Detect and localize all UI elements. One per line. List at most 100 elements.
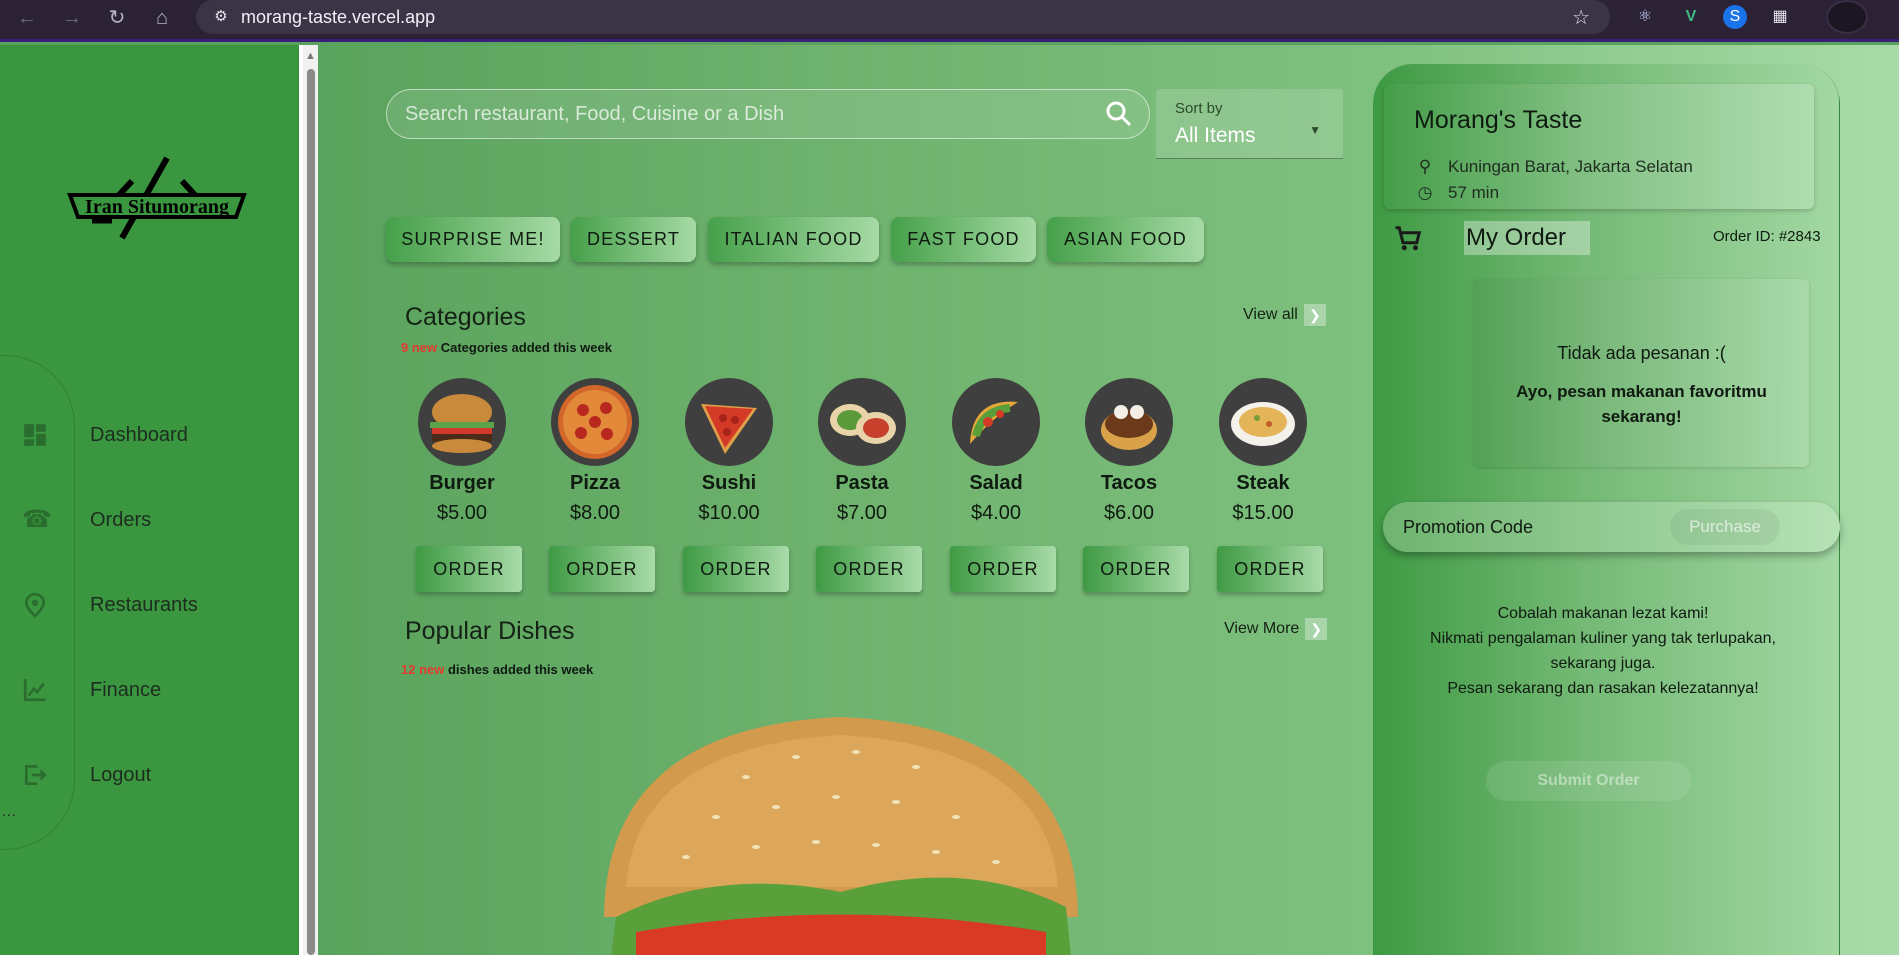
react-devtools-icon[interactable]: ⚛ xyxy=(1633,5,1657,29)
order-button[interactable]: ORDER xyxy=(1217,546,1323,592)
logo: Iran Situmorang xyxy=(67,156,247,240)
location-pin-icon: ⚲ xyxy=(1418,157,1432,176)
vue-devtools-icon[interactable]: V xyxy=(1679,5,1703,29)
logo-text: Iran Situmorang xyxy=(85,196,229,218)
sidebar-item-finance[interactable]: Finance xyxy=(0,665,299,715)
order-button[interactable]: ORDER xyxy=(683,546,789,592)
location-pin-icon xyxy=(24,592,46,618)
steak-image xyxy=(1219,378,1307,466)
category-name: Pasta xyxy=(835,472,889,494)
view-all-link[interactable]: View all ❯ xyxy=(1243,304,1326,326)
overflow-dots: ... xyxy=(2,803,17,819)
category-price: $6.00 xyxy=(1103,502,1155,524)
popular-new-count: 12 new xyxy=(401,662,445,677)
categories-subtitle-text: Categories added this week xyxy=(437,340,612,355)
order-button[interactable]: ORDER xyxy=(1083,546,1189,592)
category-name: Sushi xyxy=(701,472,757,494)
categories-title: Categories xyxy=(405,303,526,331)
chevron-right-icon: ❯ xyxy=(1305,618,1328,640)
sidebar-item-dashboard[interactable]: Dashboard xyxy=(0,410,299,460)
promo-code-field[interactable]: Promotion Code Purchase xyxy=(1383,502,1840,552)
promo-line: Cobalah makanan lezat kami! xyxy=(1497,605,1709,622)
chip-dessert[interactable]: DESSERT xyxy=(571,217,696,262)
chip-italian-food[interactable]: ITALIAN FOOD xyxy=(708,217,879,262)
sort-label: Sort by xyxy=(1175,100,1223,117)
chip-surprise-me[interactable]: SURPRISE ME! xyxy=(386,217,560,262)
sidebar-item-orders[interactable]: ☎ Orders xyxy=(0,495,299,545)
empty-order-title: Tidak ada pesanan :( xyxy=(1557,343,1726,363)
order-button[interactable]: ORDER xyxy=(950,546,1056,592)
home-icon[interactable]: ⌂ xyxy=(147,3,177,33)
categories-subtitle: 9 new Categories added this week xyxy=(401,340,612,355)
promo-message: Cobalah makanan lezat kami! Nikmati peng… xyxy=(1413,601,1793,701)
pasta-image xyxy=(818,378,906,466)
order-panel: Morang's Taste ⚲ Kuningan Barat, Jakarta… xyxy=(1373,64,1840,955)
category-price: $15.00 xyxy=(1232,502,1294,524)
search-placeholder: Search restaurant, Food, Cuisine or a Di… xyxy=(405,103,785,125)
category-price: $10.00 xyxy=(698,502,760,524)
promo-line: Pesan sekarang dan rasakan kelezatannya! xyxy=(1447,680,1759,697)
main-content: Search restaurant, Food, Cuisine or a Di… xyxy=(318,45,1373,955)
chart-icon xyxy=(23,679,46,702)
my-order-title: My Order xyxy=(1464,221,1590,255)
dashboard-icon xyxy=(24,424,46,446)
chip-asian-food[interactable]: ASIAN FOOD xyxy=(1047,217,1204,262)
sort-value: All Items xyxy=(1175,124,1256,147)
sidebar-item-logout[interactable]: Logout xyxy=(0,750,299,800)
sort-select[interactable]: Sort by All Items ▼ xyxy=(1156,89,1343,159)
category-name: Burger xyxy=(429,472,495,494)
location-text: Kuningan Barat, Jakarta Selatan xyxy=(1448,157,1693,176)
pizza-image xyxy=(551,378,639,466)
forward-icon[interactable]: → xyxy=(57,3,87,33)
shazam-icon[interactable]: S xyxy=(1723,5,1747,29)
restaurant-card: Morang's Taste ⚲ Kuningan Barat, Jakarta… xyxy=(1384,84,1814,209)
site-settings-icon[interactable]: ⚙ xyxy=(212,8,230,26)
category-name: Tacos xyxy=(1100,472,1158,494)
purchase-button[interactable]: Purchase xyxy=(1670,509,1780,545)
phone-icon: ☎ xyxy=(22,506,52,533)
sidebar: Iran Situmorang Dashboard ☎ Orders Resta… xyxy=(0,45,299,955)
sidebar-item-restaurants[interactable]: Restaurants xyxy=(0,580,299,630)
extensions-icon[interactable]: ▦ xyxy=(1768,5,1792,29)
category-name: Steak xyxy=(1236,472,1290,494)
scroll-up-icon[interactable]: ▲ xyxy=(305,50,316,62)
category-price: $7.00 xyxy=(836,502,888,524)
category-name: Pizza xyxy=(569,472,621,494)
address-bar[interactable]: ⚙ morang-taste.vercel.app ☆ xyxy=(196,0,1610,34)
submit-order-button[interactable]: Submit Order xyxy=(1486,761,1691,801)
sidebar-item-label: Restaurants xyxy=(90,593,198,616)
chip-fast-food[interactable]: FAST FOOD xyxy=(891,217,1036,262)
empty-order-message: Ayo, pesan makanan favoritmu sekarang! xyxy=(1516,382,1767,426)
sidebar-item-label: Logout xyxy=(90,763,152,786)
search-input[interactable]: Search restaurant, Food, Cuisine or a Di… xyxy=(386,89,1150,139)
sidebar-item-label: Dashboard xyxy=(90,423,188,446)
view-more-link[interactable]: View More ❯ xyxy=(1224,618,1328,640)
category-price: $5.00 xyxy=(436,502,488,524)
order-button[interactable]: ORDER xyxy=(816,546,922,592)
order-button[interactable]: ORDER xyxy=(416,546,522,592)
popular-title: Popular Dishes xyxy=(405,617,575,645)
scrollbar-thumb[interactable] xyxy=(307,69,315,955)
bookmark-star-icon[interactable]: ☆ xyxy=(1572,5,1590,30)
reload-icon[interactable]: ↻ xyxy=(102,3,132,33)
back-icon[interactable]: ← xyxy=(12,3,42,33)
category-price: $4.00 xyxy=(970,502,1022,524)
chevron-right-icon: ❯ xyxy=(1303,304,1326,326)
categories-new-count: 9 new xyxy=(401,340,438,355)
popular-subtitle: 12 new dishes added this week xyxy=(401,662,593,677)
order-button[interactable]: ORDER xyxy=(549,546,655,592)
time-text: 57 min xyxy=(1448,183,1500,202)
view-more-label: View More xyxy=(1224,620,1300,638)
promo-code-label: Promotion Code xyxy=(1403,517,1534,537)
sidebar-scrollbar[interactable]: ▲ xyxy=(299,45,318,955)
sushi-image xyxy=(685,378,773,466)
url-text[interactable]: morang-taste.vercel.app xyxy=(241,5,435,29)
popular-subtitle-text: dishes added this week xyxy=(444,662,594,677)
cart-icon xyxy=(1395,226,1422,251)
search-icon[interactable] xyxy=(1105,100,1133,128)
profile-avatar[interactable] xyxy=(1826,0,1868,34)
restaurant-name: Morang's Taste xyxy=(1414,106,1583,134)
burger-image xyxy=(418,378,506,466)
category-name: Salad xyxy=(969,472,1023,494)
delivery-time: ◷ 57 min xyxy=(1414,183,1499,203)
